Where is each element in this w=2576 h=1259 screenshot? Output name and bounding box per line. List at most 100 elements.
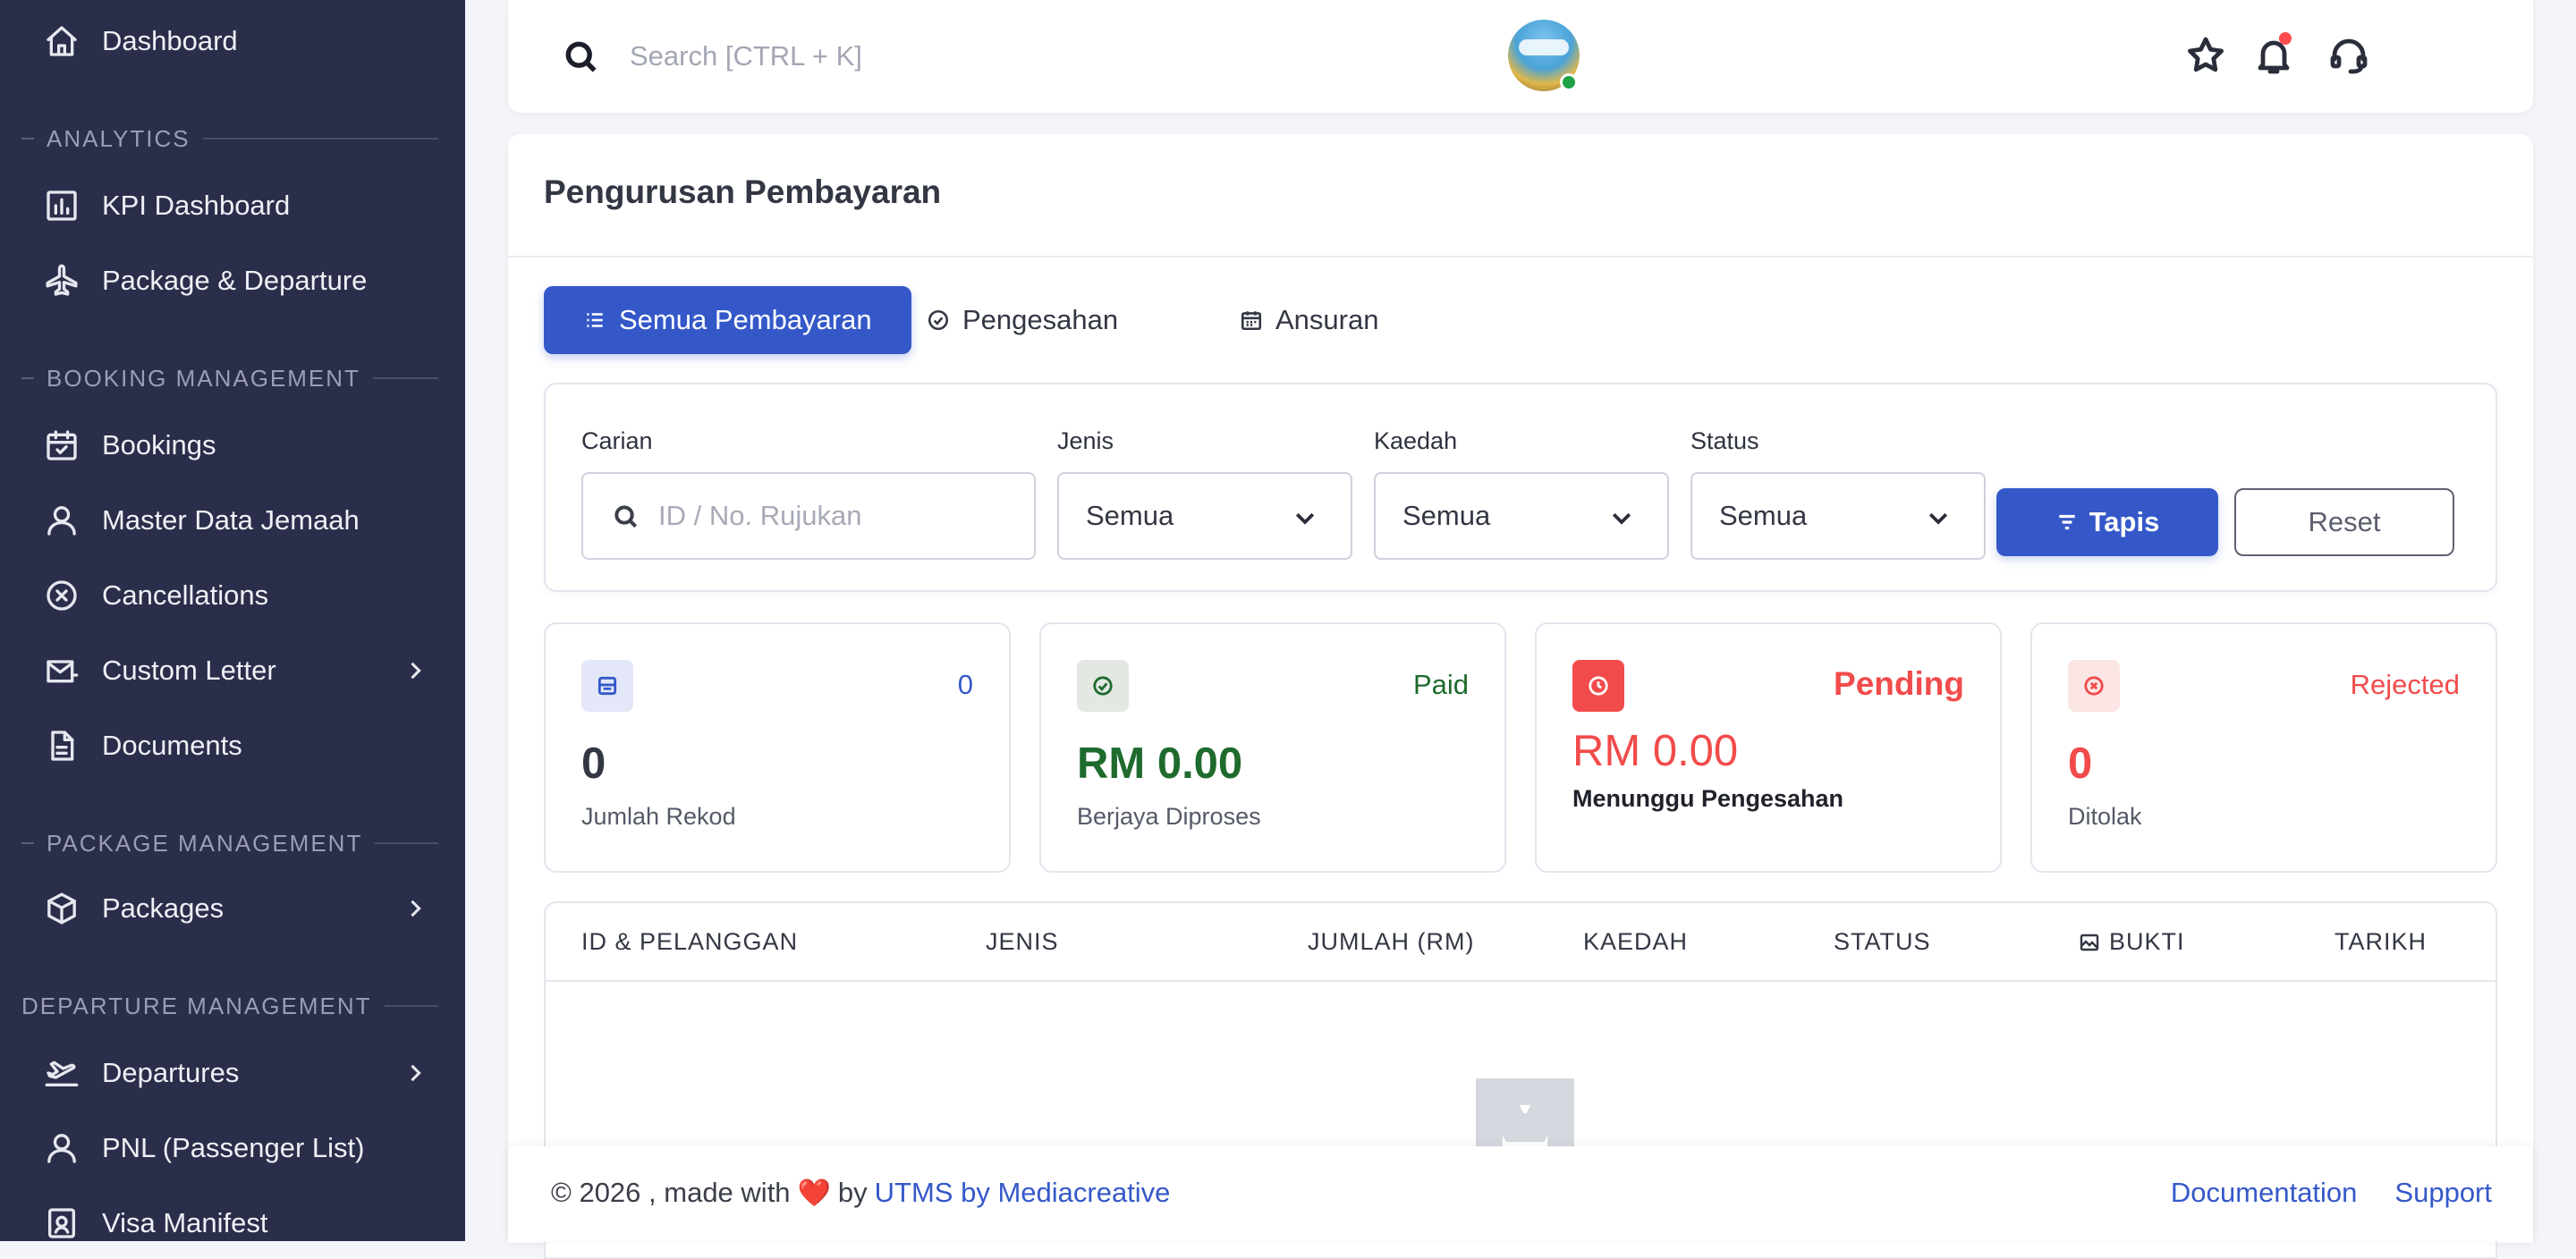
headset-icon[interactable] [2327, 34, 2370, 77]
method-select[interactable]: Semua [1374, 472, 1669, 560]
circle-x-icon [43, 577, 80, 614]
sidebar-item-label: Packages [102, 892, 225, 924]
stat-label: Berjaya Diproses [1077, 803, 1261, 830]
search-label: Carian [581, 427, 653, 454]
calendar-check-icon [43, 427, 80, 464]
sidebar-item-label: Dashboard [102, 25, 238, 56]
mail-send-icon [43, 652, 80, 689]
user-icon [43, 502, 80, 539]
star-icon[interactable] [2184, 34, 2227, 77]
page-title: Pengurusan Pembayaran [544, 173, 942, 210]
top-bar [508, 0, 2533, 113]
chevron-down-icon [1608, 504, 1635, 531]
online-status-indicator [1560, 73, 1578, 91]
sidebar-item-label: Cancellations [102, 579, 269, 611]
stat-value: 0 [2068, 739, 2093, 788]
user-icon [43, 1129, 80, 1167]
status-select[interactable]: Semua [1690, 472, 1986, 560]
list-icon [587, 313, 603, 327]
sidebar-item-package-departure[interactable]: Package & Departure [43, 254, 428, 308]
sidebar-item-label: Visa Manifest [102, 1207, 268, 1238]
status-label: Status [1690, 427, 1759, 454]
home-icon [43, 22, 80, 60]
chevron-down-icon [1925, 504, 1952, 531]
sidebar-item-label: KPI Dashboard [102, 190, 291, 221]
search-icon[interactable] [562, 38, 601, 77]
receipt-icon [581, 660, 633, 712]
sidebar-item-documents[interactable]: Documents [43, 719, 428, 773]
section-analytics: ANALYTICS [21, 125, 438, 152]
sidebar-item-bookings[interactable]: Bookings [43, 418, 428, 472]
stat-badge: 0 [957, 669, 973, 700]
column-header-amount[interactable]: JUMLAH (RM) [1308, 928, 1475, 956]
by-text: by [837, 1177, 868, 1208]
brand-link[interactable]: UTMS by Mediacreative [875, 1177, 1171, 1209]
global-search-input[interactable] [630, 30, 1435, 82]
method-label: Kaedah [1374, 427, 1458, 454]
stat-badge: Pending [1834, 665, 1964, 702]
filter-panel: Carian Jenis Semua Kaedah Semua Status S… [544, 383, 2497, 592]
stat-value: 0 [581, 739, 606, 788]
stat-card-total: 0 0 Jumlah Rekod [544, 622, 1011, 873]
filter-button[interactable]: Tapis [1996, 488, 2218, 556]
column-header-method[interactable]: KAEDAH [1583, 928, 1688, 956]
sidebar-item-visa-manifest[interactable]: Visa Manifest [43, 1196, 428, 1241]
sidebar-item-dashboard[interactable]: Dashboard [43, 14, 428, 68]
stat-label: Ditolak [2068, 803, 2142, 830]
avatar-logo [1519, 39, 1569, 55]
notification-dot [2279, 32, 2292, 45]
tab-all-payments[interactable]: Semua Pembayaran [544, 286, 911, 354]
documentation-link[interactable]: Documentation [2171, 1177, 2358, 1209]
sidebar-item-label: Custom Letter [102, 655, 276, 686]
column-header-type[interactable]: JENIS [986, 928, 1059, 956]
stat-card-rejected: Rejected 0 Ditolak [2030, 622, 2497, 873]
plane-departure-icon [43, 1054, 80, 1092]
sidebar-item-master-data-jemaah[interactable]: Master Data Jemaah [43, 494, 428, 547]
heart-icon: ❤️ [797, 1178, 831, 1208]
stat-value: RM 0.00 [1572, 727, 1739, 775]
copyright-text: © 2026 , made with [551, 1177, 791, 1208]
id-card-icon [43, 1204, 80, 1241]
sidebar-item-departures[interactable]: Departures [43, 1046, 428, 1100]
stat-card-pending: Pending RM 0.00 Menunggu Pengesahan [1535, 622, 2002, 873]
sidebar-item-custom-letter[interactable]: Custom Letter [43, 644, 428, 697]
support-link[interactable]: Support [2394, 1177, 2492, 1209]
check-circle-icon [1077, 660, 1129, 712]
stat-card-paid: Paid RM 0.00 Berjaya Diproses [1039, 622, 1506, 873]
sidebar-item-pnl[interactable]: PNL (Passenger List) [43, 1121, 428, 1175]
chevron-down-icon [1292, 504, 1318, 531]
section-departure-management: DEPARTURE MANAGEMENT [21, 993, 438, 1019]
column-header-date[interactable]: TARIKH [2334, 928, 2427, 956]
document-icon [43, 727, 80, 765]
tab-installment[interactable]: Ansuran [1222, 286, 1396, 354]
column-header-status[interactable]: STATUS [1834, 928, 1931, 956]
sidebar-item-kpi-dashboard[interactable]: KPI Dashboard [43, 179, 428, 232]
column-header-id-customer[interactable]: ID & PELANGGAN [581, 928, 798, 956]
sidebar-item-cancellations[interactable]: Cancellations [43, 569, 428, 622]
sidebar-item-label: Documents [102, 730, 242, 761]
reset-button[interactable]: Reset [2234, 488, 2454, 556]
sidebar-item-packages[interactable]: Packages [43, 882, 428, 935]
sidebar-item-label: Departures [102, 1057, 240, 1088]
reference-search-field[interactable] [581, 472, 1036, 560]
reference-search-input[interactable] [658, 492, 1016, 540]
section-booking-management: BOOKING MANAGEMENT [21, 365, 438, 392]
box-icon [43, 890, 80, 927]
stat-badge: Rejected [2350, 669, 2460, 700]
tab-verification[interactable]: Pengesahan [909, 286, 1136, 354]
filter-icon [2058, 514, 2075, 530]
footer-credits: © 2026 , made with ❤️ by UTMS by Mediacr… [551, 1177, 1170, 1209]
column-header-proof[interactable]: BUKTI [2079, 928, 2185, 956]
divider [508, 256, 2533, 258]
type-select[interactable]: Semua [1057, 472, 1352, 560]
check-circle-icon [928, 309, 949, 331]
chevron-right-icon [402, 658, 428, 683]
stat-label: Jumlah Rekod [581, 803, 736, 830]
bell-icon[interactable] [2252, 32, 2295, 77]
divider [546, 980, 2496, 982]
stat-badge: Paid [1412, 669, 1469, 700]
plane-icon [43, 262, 80, 300]
footer-links: Documentation Support [2171, 1177, 2492, 1209]
image-icon [2080, 934, 2099, 951]
circle-x-icon [2068, 660, 2120, 712]
